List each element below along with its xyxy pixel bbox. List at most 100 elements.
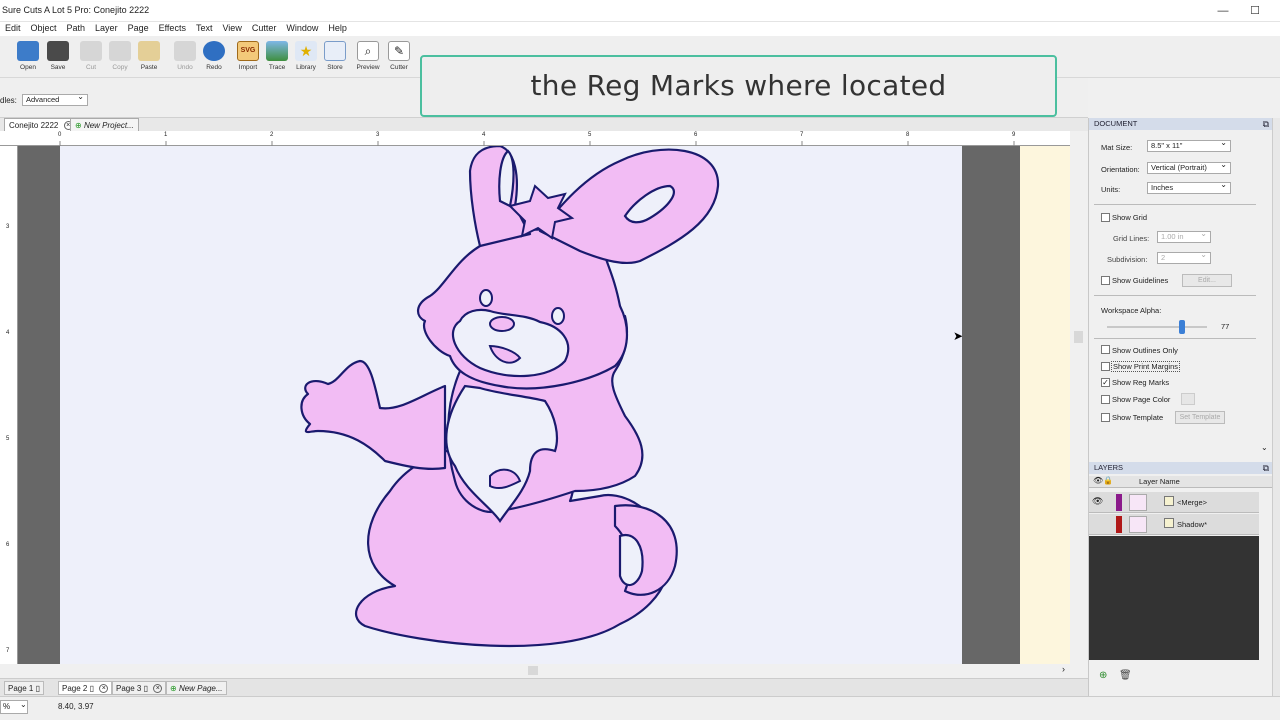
scroll-thumb[interactable]: [528, 666, 538, 675]
handles-dropdown[interactable]: Advanced: [22, 92, 88, 106]
horizontal-scrollbar[interactable]: ›: [0, 664, 1080, 678]
zoom-dropdown-icon[interactable]: ⌄: [20, 700, 27, 709]
tab-new-page[interactable]: ⊕ New Page...: [166, 681, 227, 695]
import-button[interactable]: SVG Import: [233, 40, 263, 76]
menu-cutter[interactable]: Cutter: [247, 22, 282, 36]
maximize-button[interactable]: ☐: [1240, 2, 1270, 20]
tab-page-3[interactable]: Page 3 ▯ ×: [112, 681, 167, 695]
orientation-dropdown[interactable]: Vertical (Portrait): [1147, 160, 1231, 174]
vertical-scrollbar[interactable]: [1070, 131, 1088, 664]
layer-color-swatch[interactable]: [1116, 516, 1122, 533]
scroll-right-icon[interactable]: ›: [1062, 664, 1065, 674]
menu-object[interactable]: Object: [26, 22, 62, 36]
trace-button[interactable]: Trace: [262, 40, 292, 76]
menu-page[interactable]: Page: [123, 22, 154, 36]
store-button[interactable]: Store: [320, 40, 350, 76]
page-color-swatch[interactable]: [1181, 393, 1195, 405]
eye-icon[interactable]: 👁: [1092, 496, 1103, 507]
menu-layer[interactable]: Layer: [90, 22, 123, 36]
status-bar: % ⌄ 8.40, 3.97: [0, 696, 1280, 720]
edit-guidelines-button[interactable]: Edit...: [1182, 274, 1232, 287]
paste-icon: [138, 41, 160, 61]
right-tool-strip: [1272, 118, 1280, 696]
show-template-checkbox[interactable]: [1101, 413, 1110, 422]
show-grid-checkbox[interactable]: [1101, 213, 1110, 222]
workspace-alpha-slider[interactable]: [1179, 320, 1185, 334]
menu-path[interactable]: Path: [62, 22, 91, 36]
tab-page-2[interactable]: Page 2 ▯ ×: [58, 681, 113, 695]
layers-panel-title: LAYERS: [1094, 463, 1124, 472]
show-print-margins-label: Show Print Margins: [1111, 361, 1181, 372]
workspace-canvas[interactable]: ➤: [18, 146, 1070, 664]
show-outlines-only-checkbox[interactable]: [1101, 345, 1110, 354]
cutter-button[interactable]: ✎ Cutter: [384, 40, 414, 76]
ruler-mark: 4: [6, 330, 10, 336]
show-guidelines-checkbox[interactable]: [1101, 276, 1110, 285]
page-tabs: Page 1 ▯ Page 2 ▯ × Page 3 ▯ × ⊕ New Pag…: [0, 678, 1088, 696]
menu-edit[interactable]: Edit: [0, 22, 26, 36]
copy-label: Copy: [112, 64, 128, 71]
ruler-mark: 8: [906, 132, 910, 138]
undo-label: Undo: [177, 64, 193, 71]
layer-row[interactable]: Shadow*: [1089, 514, 1259, 535]
layer-color-swatch[interactable]: [1116, 494, 1122, 511]
cut-button[interactable]: Cut: [76, 40, 106, 76]
horizontal-ruler: 0 1 2 3 4 5 6 7 8 9: [0, 131, 1088, 146]
show-page-color-checkbox[interactable]: [1101, 395, 1110, 404]
tab-conejito[interactable]: Conejito 2222 ×: [4, 118, 78, 131]
scroll-down-icon[interactable]: ⌄: [1261, 443, 1268, 452]
subdivision-field[interactable]: 2: [1157, 250, 1211, 264]
layer-row[interactable]: 👁 <Merge>: [1089, 492, 1259, 513]
tab-new-project[interactable]: ⊕ New Project...: [70, 118, 139, 131]
scroll-thumb[interactable]: [1074, 331, 1083, 343]
paste-button[interactable]: Paste: [134, 40, 164, 76]
tab-conejito-label: Conejito 2222: [9, 121, 59, 130]
show-reg-marks-checkbox[interactable]: ✓: [1101, 378, 1110, 387]
preview-button[interactable]: ⌕ Preview: [353, 40, 383, 76]
window-title: Sure Cuts A Lot 5 Pro: Conejito 2222: [2, 5, 150, 15]
page-overflow-area: [1020, 146, 1070, 664]
set-template-button[interactable]: Set Template: [1175, 411, 1225, 424]
add-layer-icon[interactable]: ⊕: [1099, 670, 1107, 681]
import-label: Import: [238, 64, 258, 71]
minimize-button[interactable]: —: [1208, 2, 1238, 20]
workspace-alpha-value: 77: [1221, 322, 1230, 331]
show-print-margins-checkbox[interactable]: [1101, 362, 1110, 371]
open-icon: [17, 41, 39, 61]
layers-panel-header: LAYERS ⧉: [1089, 462, 1273, 474]
mat-margin-right: [962, 146, 1020, 664]
save-button[interactable]: Save: [43, 40, 73, 76]
menu-text[interactable]: Text: [191, 22, 218, 36]
close-icon[interactable]: ×: [153, 684, 163, 694]
visibility-column-icon: 👁: [1093, 476, 1104, 485]
ruler-mark: 3: [6, 224, 10, 230]
open-button[interactable]: Open: [13, 40, 43, 76]
grid-lines-field[interactable]: 1.00 in: [1157, 229, 1211, 243]
trace-icon: [266, 41, 288, 61]
workspace-alpha-track[interactable]: [1107, 326, 1207, 328]
library-button[interactable]: ★ Library: [291, 40, 321, 76]
show-outlines-only-label: Show Outlines Only: [1112, 346, 1178, 355]
redo-button[interactable]: Redo: [199, 40, 229, 76]
copy-button[interactable]: Copy: [105, 40, 135, 76]
bunny-artwork[interactable]: [60, 146, 962, 664]
show-guidelines-label: Show Guidelines: [1112, 276, 1169, 285]
vertical-ruler: 3 4 5 6 7: [0, 146, 18, 664]
units-dropdown[interactable]: Inches: [1147, 180, 1231, 194]
panel-dock-icon[interactable]: ⧉: [1263, 462, 1269, 474]
redo-label: Redo: [206, 64, 222, 71]
panel-dock-icon[interactable]: ⧉: [1263, 118, 1269, 130]
menu-window[interactable]: Window: [281, 22, 323, 36]
mat-size-dropdown[interactable]: 8.5" x 11": [1147, 138, 1231, 152]
layer-name[interactable]: <Merge>: [1177, 498, 1207, 507]
layer-name[interactable]: Shadow*: [1177, 520, 1207, 529]
tab-page-1[interactable]: Page 1 ▯: [4, 681, 44, 695]
cutting-mat[interactable]: ➤: [60, 146, 963, 664]
store-icon: [324, 41, 346, 61]
delete-layer-icon[interactable]: 🗑: [1119, 670, 1132, 681]
close-icon[interactable]: ×: [99, 684, 109, 694]
undo-button[interactable]: Undo: [170, 40, 200, 76]
menu-help[interactable]: Help: [323, 22, 352, 36]
menu-effects[interactable]: Effects: [154, 22, 191, 36]
menu-view[interactable]: View: [217, 22, 246, 36]
